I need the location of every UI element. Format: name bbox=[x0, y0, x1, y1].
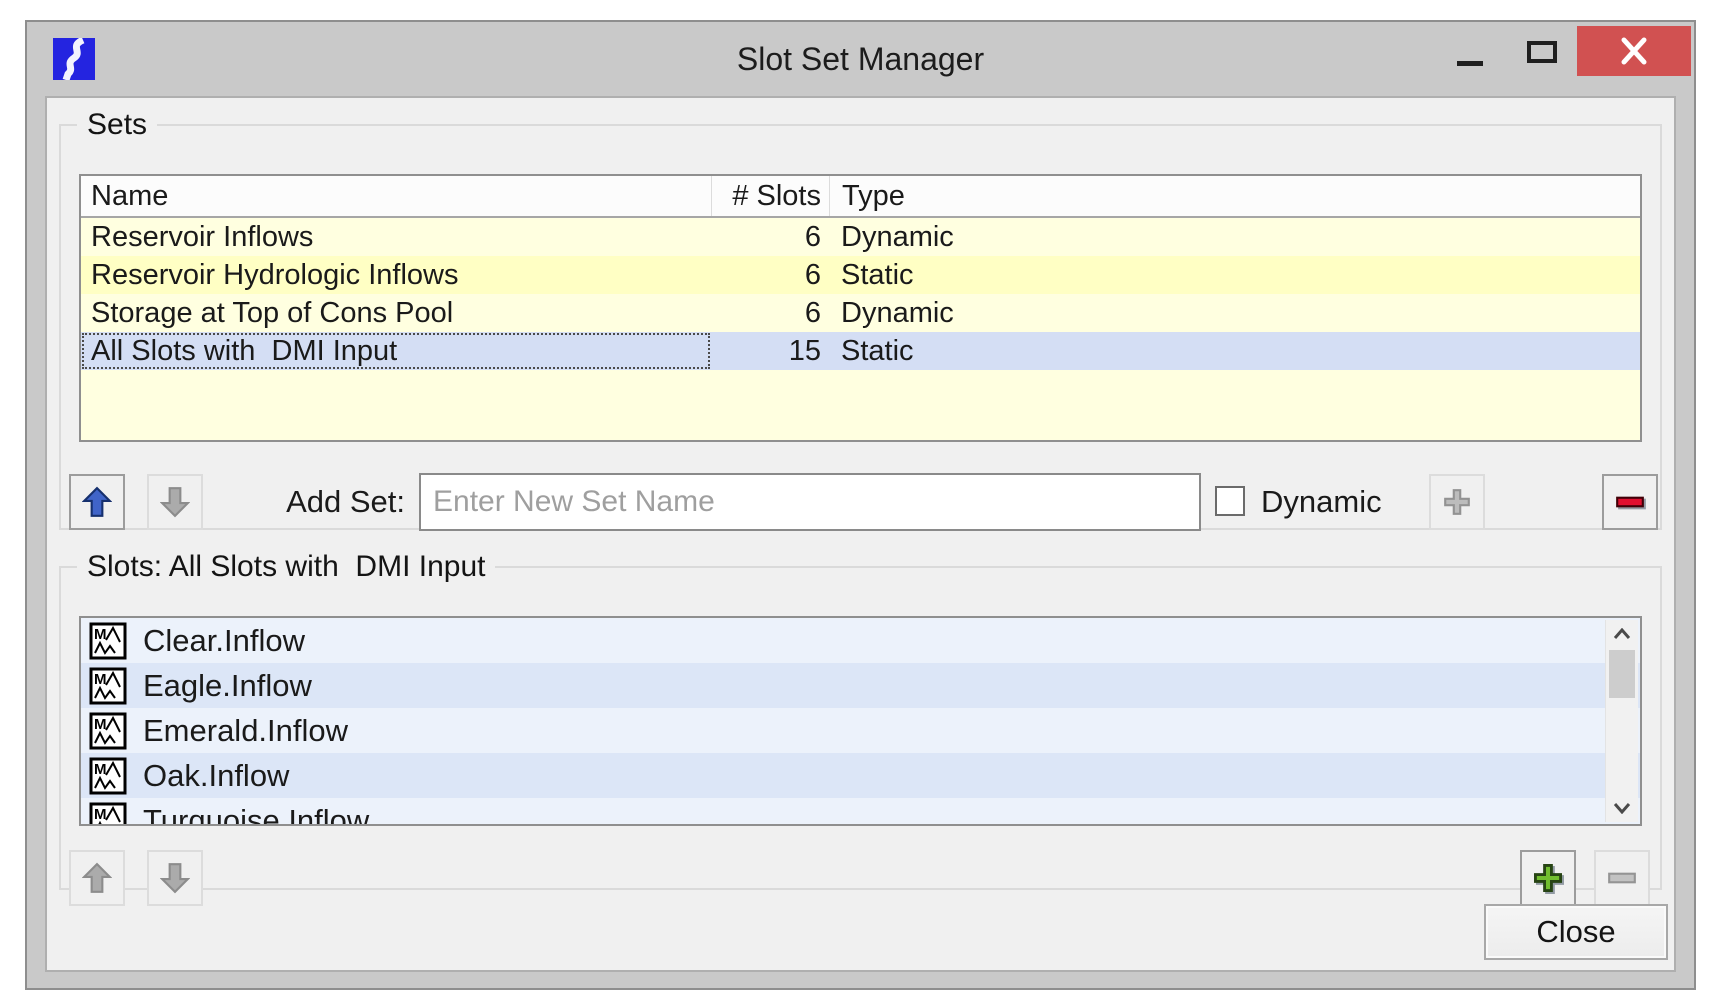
chevron-up-icon bbox=[1613, 628, 1631, 640]
minimize-button[interactable] bbox=[1433, 26, 1507, 76]
column-header-type[interactable]: Type bbox=[829, 176, 1640, 216]
vertical-scrollbar[interactable] bbox=[1605, 620, 1638, 822]
maximize-icon bbox=[1527, 41, 1557, 63]
slot-name: Emerald.Inflow bbox=[143, 713, 348, 749]
series-slot-icon: M bbox=[89, 802, 127, 827]
scroll-down-button[interactable] bbox=[1606, 794, 1638, 822]
svg-text:M: M bbox=[94, 716, 107, 733]
close-button[interactable]: Close bbox=[1484, 904, 1668, 960]
dynamic-checkbox-label: Dynamic bbox=[1261, 472, 1382, 532]
minus-icon bbox=[1606, 863, 1638, 893]
add-set-button[interactable] bbox=[1429, 474, 1485, 530]
slot-name: Turquoise.Inflow bbox=[143, 803, 369, 827]
move-slot-down-button[interactable] bbox=[147, 850, 203, 906]
slots-groupbox: Slots: All Slots with DMI Input M Clear.… bbox=[59, 550, 1662, 890]
arrow-down-icon bbox=[160, 486, 190, 518]
column-header-num-slots[interactable]: # Slots bbox=[711, 176, 829, 216]
sets-groupbox-label: Sets bbox=[77, 108, 157, 142]
svg-text:M: M bbox=[94, 806, 107, 823]
sets-table: Name # Slots Type Reservoir Inflows 6 Dy… bbox=[79, 174, 1642, 442]
new-set-name-input[interactable] bbox=[419, 473, 1201, 531]
add-slot-button[interactable] bbox=[1520, 850, 1576, 906]
titlebar[interactable]: Slot Set Manager bbox=[27, 22, 1694, 96]
svg-text:M: M bbox=[94, 761, 107, 778]
table-row[interactable]: Storage at Top of Cons Pool 6 Dynamic bbox=[81, 294, 1640, 332]
close-window-button[interactable] bbox=[1577, 26, 1691, 76]
scroll-up-button[interactable] bbox=[1606, 620, 1638, 648]
arrow-up-icon bbox=[82, 486, 112, 518]
slots-toolbar bbox=[69, 850, 1652, 910]
arrow-up-icon bbox=[82, 862, 112, 894]
dialog-client-area: Sets Name # Slots Type Reservoir Inflows… bbox=[45, 96, 1676, 972]
move-set-down-button[interactable] bbox=[147, 474, 203, 530]
slot-list-item[interactable]: M Emerald.Inflow bbox=[81, 708, 1640, 753]
table-row[interactable]: Reservoir Hydrologic Inflows 6 Static bbox=[81, 256, 1640, 294]
slot-list-item[interactable]: M Oak.Inflow bbox=[81, 753, 1640, 798]
slot-name: Clear.Inflow bbox=[143, 623, 305, 659]
slot-name: Eagle.Inflow bbox=[143, 668, 312, 704]
table-row[interactable]: Reservoir Inflows 6 Dynamic bbox=[81, 218, 1640, 256]
column-header-name[interactable]: Name bbox=[81, 176, 711, 216]
move-set-up-button[interactable] bbox=[69, 474, 125, 530]
plus-icon bbox=[1442, 487, 1472, 517]
slots-groupbox-label: Slots: All Slots with DMI Input bbox=[77, 550, 495, 584]
sets-groupbox: Sets Name # Slots Type Reservoir Inflows… bbox=[59, 108, 1662, 530]
table-empty-area bbox=[81, 370, 1640, 440]
maximize-button[interactable] bbox=[1507, 26, 1577, 76]
remove-slot-button[interactable] bbox=[1594, 850, 1650, 906]
series-slot-icon: M bbox=[89, 622, 127, 660]
desktop-background: Slot Set Manager Sets bbox=[0, 0, 1725, 1004]
remove-set-button[interactable] bbox=[1602, 474, 1658, 530]
sets-table-header: Name # Slots Type bbox=[81, 176, 1640, 218]
series-slot-icon: M bbox=[89, 667, 127, 705]
slots-list: M Clear.Inflow M Eagle.Inf bbox=[79, 616, 1642, 826]
slot-set-manager-window: Slot Set Manager Sets bbox=[25, 20, 1696, 990]
add-set-label: Add Set: bbox=[209, 472, 405, 532]
slot-list-item[interactable]: M Turquoise.Inflow bbox=[81, 798, 1640, 826]
minimize-icon bbox=[1457, 61, 1483, 66]
table-row-selected[interactable]: All Slots with DMI Input 15 Static bbox=[81, 332, 1640, 370]
slot-name: Oak.Inflow bbox=[143, 758, 289, 794]
series-slot-icon: M bbox=[89, 712, 127, 750]
dynamic-checkbox[interactable] bbox=[1215, 486, 1245, 516]
add-set-row: Add Set: Dynamic bbox=[69, 472, 1652, 532]
scrollbar-thumb[interactable] bbox=[1609, 650, 1635, 698]
window-controls bbox=[1433, 26, 1691, 76]
slot-list-item[interactable]: M Clear.Inflow bbox=[81, 618, 1640, 663]
move-slot-up-button[interactable] bbox=[69, 850, 125, 906]
series-slot-icon: M bbox=[89, 757, 127, 795]
plus-icon bbox=[1532, 862, 1564, 894]
svg-text:M: M bbox=[94, 626, 107, 643]
minus-icon bbox=[1614, 487, 1646, 517]
close-icon bbox=[1618, 37, 1650, 65]
svg-text:M: M bbox=[94, 671, 107, 688]
arrow-down-icon bbox=[160, 862, 190, 894]
slot-list-item[interactable]: M Eagle.Inflow bbox=[81, 663, 1640, 708]
chevron-down-icon bbox=[1613, 802, 1631, 814]
